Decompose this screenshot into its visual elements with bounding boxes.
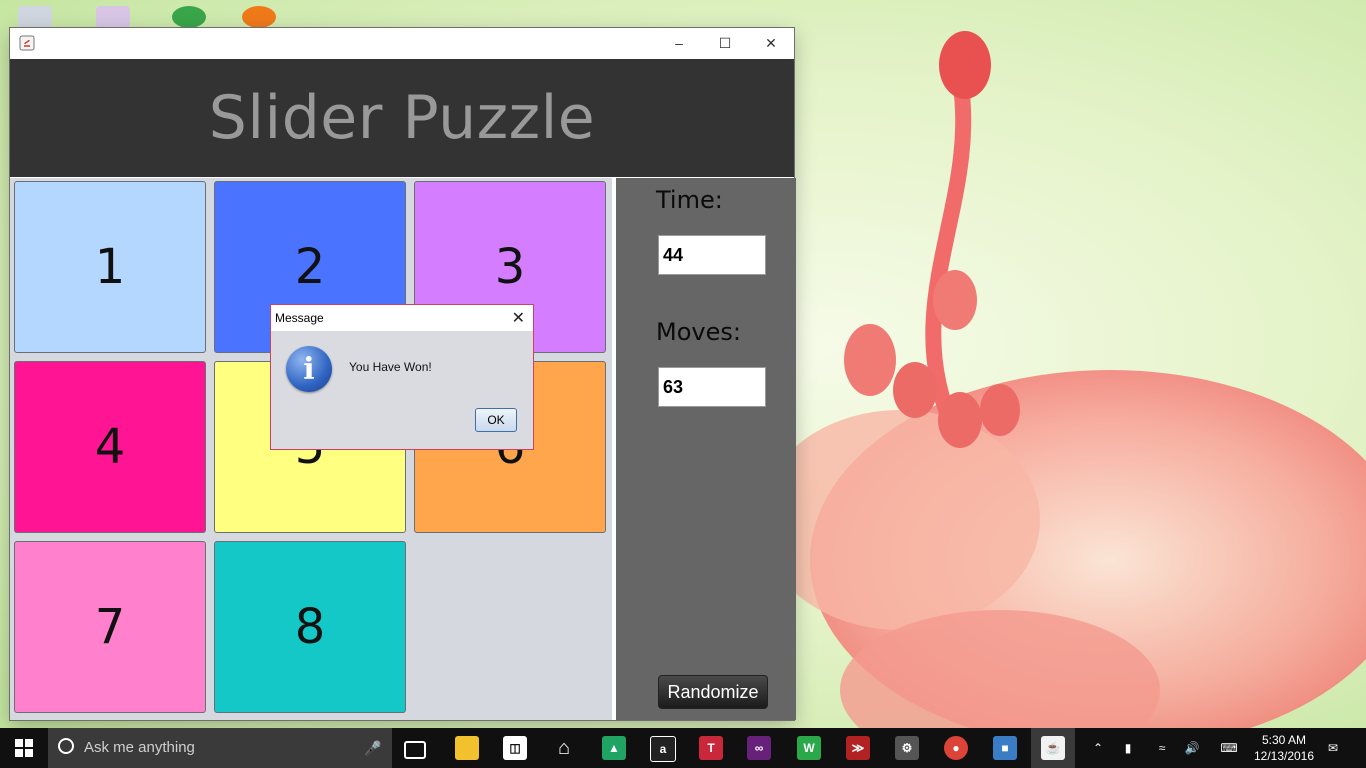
chrome-icon[interactable]: ●	[944, 736, 968, 760]
battery-icon[interactable]: ▮	[1118, 728, 1138, 768]
desktop-file-icon[interactable]	[96, 6, 130, 28]
notification-icon[interactable]: ✉	[1322, 728, 1344, 768]
start-button[interactable]	[0, 728, 48, 768]
tile-7[interactable]: 7	[14, 541, 206, 713]
randomize-button[interactable]: Randomize	[658, 675, 768, 709]
webstorm-icon[interactable]: W	[797, 736, 821, 760]
volume-icon[interactable]: 🔊	[1182, 728, 1202, 768]
firefox-icon[interactable]	[242, 6, 276, 28]
wifi-icon[interactable]: ≈	[1152, 728, 1172, 768]
maximize-button[interactable]: ☐	[702, 28, 748, 58]
time-label: Time:	[656, 186, 723, 214]
close-button[interactable]: ✕	[748, 28, 794, 58]
taskbar: Ask me anything 🎤 ◫ ⌂ ▲ a T ∞ W ≫ ⚙ ● ■ …	[0, 728, 1366, 768]
virtualbox-icon[interactable]: ■	[993, 736, 1017, 760]
page-title: Slider Puzzle	[208, 83, 596, 153]
minimize-button[interactable]: –	[656, 28, 702, 58]
java-icon[interactable]: ☕	[1041, 736, 1065, 760]
message-dialog: Message ✕ i You Have Won! OK	[270, 304, 534, 450]
tile-1[interactable]: 1	[14, 181, 206, 353]
dialog-titlebar: Message	[271, 305, 533, 331]
dialog-message: You Have Won!	[349, 360, 432, 374]
moves-field[interactable]: 63	[658, 367, 766, 407]
visual-studio-icon[interactable]: ∞	[747, 736, 771, 760]
search-placeholder: Ask me anything	[84, 739, 195, 756]
home-icon[interactable]: ⌂	[552, 736, 576, 760]
google-drive-icon[interactable]: ▲	[602, 736, 626, 760]
microphone-icon[interactable]: 🎤	[364, 740, 381, 757]
t-app-icon[interactable]: T	[699, 736, 723, 760]
header-banner: Slider Puzzle	[10, 59, 794, 177]
chevron-up-icon[interactable]: ⌃	[1088, 728, 1108, 768]
tile-8[interactable]: 8	[214, 541, 406, 713]
info-icon: i	[286, 346, 332, 392]
taskbar-clock[interactable]: 5:30 AM 12/13/2016	[1244, 732, 1324, 764]
dialog-title: Message	[275, 311, 324, 325]
moves-label: Moves:	[656, 318, 741, 346]
gadget-icon[interactable]: ⚙	[895, 736, 919, 760]
clock-time: 5:30 AM	[1261, 733, 1307, 747]
search-box[interactable]: Ask me anything 🎤	[48, 728, 392, 768]
store-icon[interactable]: ◫	[503, 736, 527, 760]
task-view-icon[interactable]	[404, 741, 426, 759]
clock-date: 12/13/2016	[1253, 749, 1315, 763]
tile-label: 4	[94, 419, 126, 475]
cortana-icon	[58, 738, 74, 754]
file-explorer-icon[interactable]	[455, 736, 479, 760]
tile-label: 2	[294, 239, 326, 295]
java-app-icon	[19, 35, 35, 51]
amazon-icon[interactable]: a	[650, 736, 676, 762]
time-field[interactable]: 44	[658, 235, 766, 275]
tile-label: 3	[494, 239, 526, 295]
desktop-app-icon[interactable]	[172, 6, 206, 28]
tile-label: 8	[294, 599, 326, 655]
tile-label: 1	[94, 239, 126, 295]
terminal-icon[interactable]: ≫	[846, 736, 870, 760]
stats-panel: Time: 44 Moves: 63 Randomize	[614, 178, 796, 720]
window-titlebar: – ☐ ✕	[10, 28, 794, 58]
windows-logo-icon	[15, 739, 33, 757]
ok-button[interactable]: OK	[475, 408, 517, 432]
keyboard-icon[interactable]: ⌨	[1216, 728, 1242, 768]
desktop-icons	[0, 0, 300, 28]
dialog-close-icon[interactable]: ✕	[512, 308, 525, 328]
recycle-bin-icon[interactable]	[18, 6, 52, 28]
tile-label: 7	[94, 599, 126, 655]
empty-slot	[414, 541, 606, 713]
tile-4[interactable]: 4	[14, 361, 206, 533]
